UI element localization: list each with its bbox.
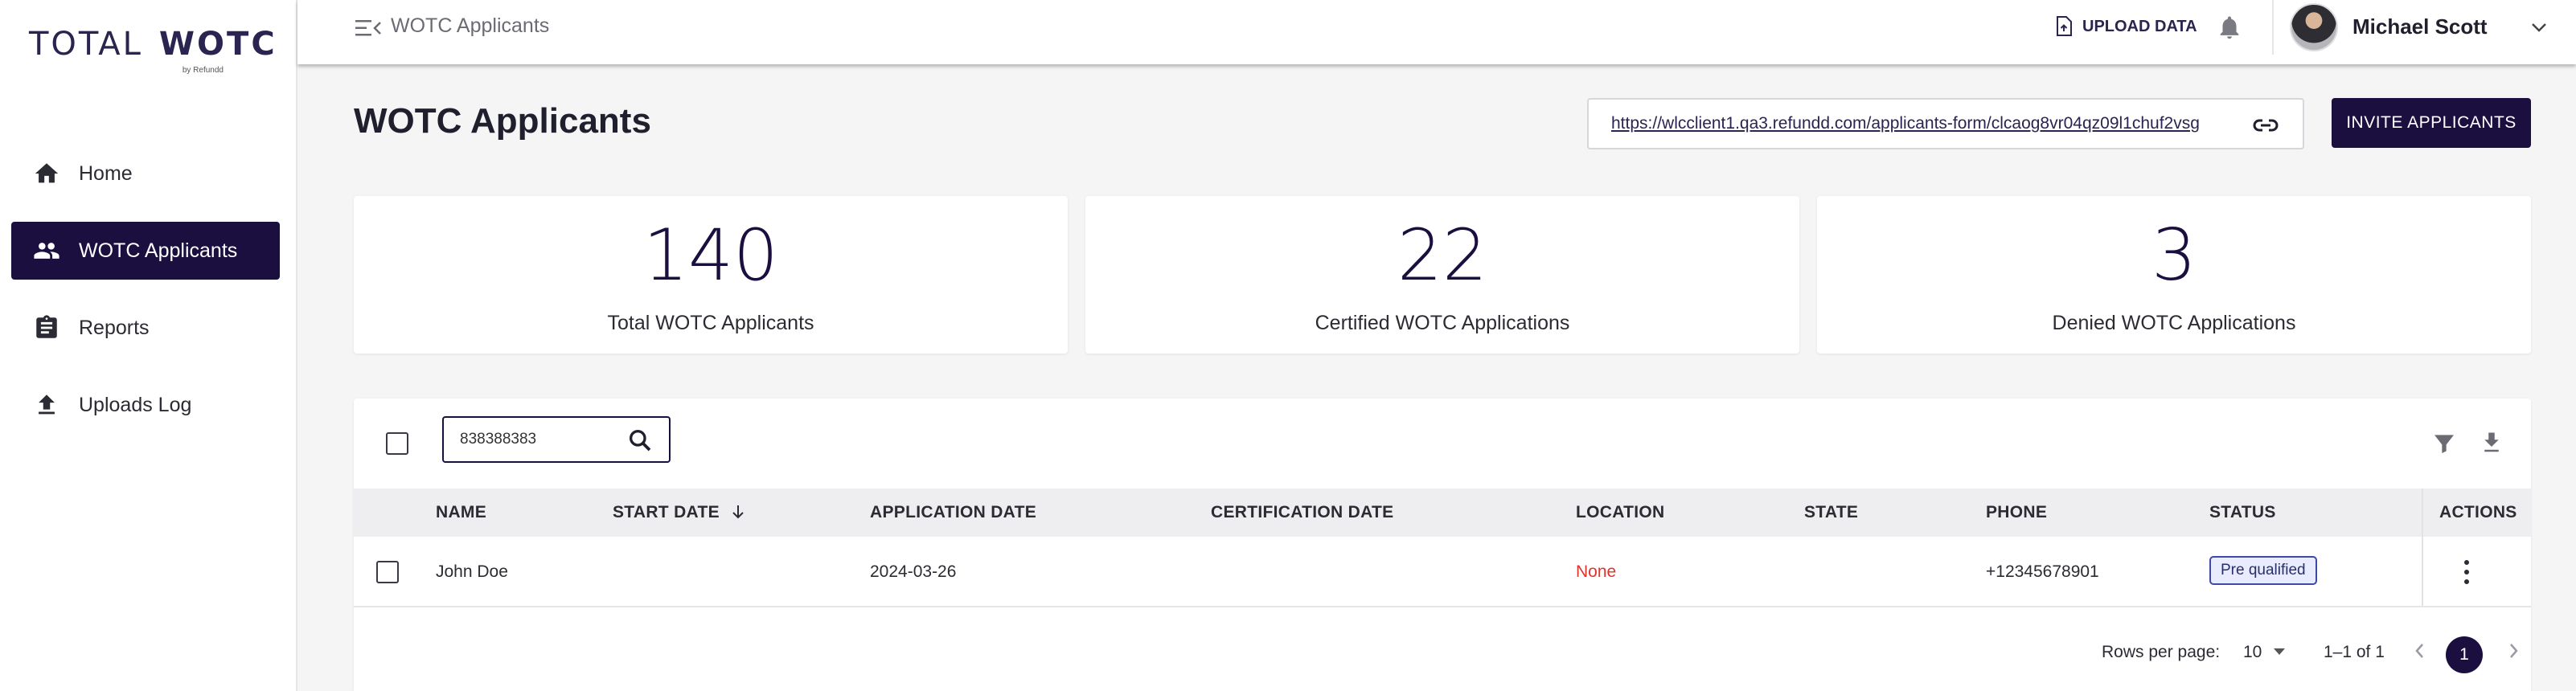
column-header-location[interactable]: LOCATION xyxy=(1576,503,1665,522)
applicants-table-card: 838388383 NAME START DATE APPLICATION DA… xyxy=(354,399,2531,691)
stat-label: Total WOTC Applicants xyxy=(607,312,814,334)
sidebar: TOTAL WOTC by Refundd Home WOTC Applican… xyxy=(0,0,297,691)
cell-name[interactable]: John Doe xyxy=(436,562,508,582)
search-input[interactable]: 838388383 xyxy=(442,416,671,463)
row-checkbox[interactable] xyxy=(376,561,399,583)
page-button-current[interactable]: 1 xyxy=(2446,636,2483,673)
rows-per-page-value: 10 xyxy=(2243,643,2262,661)
logo-wotc: WOTC xyxy=(158,26,277,63)
top-bar: WOTC Applicants UPLOAD DATA Michael Scot… xyxy=(297,0,2576,64)
chevron-right-icon[interactable] xyxy=(2505,640,2521,662)
column-header-status[interactable]: STATUS xyxy=(2209,503,2276,522)
user-name[interactable]: Michael Scott xyxy=(2352,14,2488,39)
stat-card-total: 140 Total WOTC Applicants xyxy=(354,196,1068,354)
topbar-divider xyxy=(2272,0,2274,55)
arrow-down-icon xyxy=(732,505,744,519)
total-wotc-logo[interactable]: TOTAL WOTC by Refundd xyxy=(29,24,275,80)
sidebar-item-reports[interactable]: Reports xyxy=(11,299,280,357)
select-all-checkbox[interactable] xyxy=(386,432,408,455)
user-avatar[interactable] xyxy=(2290,3,2338,51)
stat-label: Certified WOTC Applications xyxy=(1315,312,1570,334)
logo-total: TOTAL xyxy=(29,26,143,63)
stat-value: 140 xyxy=(643,214,778,296)
column-header-label: START DATE xyxy=(613,503,720,521)
chevron-down-icon[interactable] xyxy=(2529,19,2549,35)
table-header: NAME START DATE APPLICATION DATE CERTIFI… xyxy=(354,489,2531,537)
notification-bell-icon[interactable] xyxy=(2216,13,2243,42)
search-icon[interactable] xyxy=(627,427,653,453)
applicant-form-link-field[interactable]: https://wlcclient1.qa3.refundd.com/appli… xyxy=(1587,98,2304,149)
stat-value: 3 xyxy=(2151,214,2197,296)
sidebar-item-uploads-log[interactable]: Uploads Log xyxy=(11,376,280,434)
column-header-name[interactable]: NAME xyxy=(436,503,486,522)
caret-down-icon xyxy=(2274,648,2286,655)
cell-phone: +12345678901 xyxy=(1986,562,2099,581)
stat-card-denied: 3 Denied WOTC Applications xyxy=(1817,196,2531,354)
filter-icon[interactable] xyxy=(2431,431,2457,456)
pagination-range: 1–1 of 1 xyxy=(2324,643,2385,661)
sidebar-item-label: WOTC Applicants xyxy=(79,239,238,262)
people-icon xyxy=(32,236,61,265)
menu-collapse-icon[interactable] xyxy=(354,16,383,40)
copy-link-icon[interactable] xyxy=(2251,114,2280,137)
clipboard-icon xyxy=(32,313,61,342)
column-header-phone[interactable]: PHONE xyxy=(1986,503,2047,522)
breadcrumb: WOTC Applicants xyxy=(391,14,550,37)
table-row[interactable]: John Doe 2024-03-26 None +12345678901 Pr… xyxy=(354,537,2531,607)
cell-location: None xyxy=(1576,562,1617,581)
column-header-state[interactable]: STATE xyxy=(1804,503,1858,522)
file-upload-icon xyxy=(2057,16,2072,36)
status-badge: Pre qualified xyxy=(2209,556,2317,585)
cell-application-date: 2024-03-26 xyxy=(870,562,957,581)
home-icon xyxy=(32,159,61,188)
more-actions-icon[interactable] xyxy=(2459,558,2475,587)
logo-byline: by Refundd xyxy=(182,66,224,75)
sidebar-item-label: Reports xyxy=(79,316,150,339)
sidebar-nav: Home WOTC Applicants Reports Uploads Log xyxy=(11,145,280,453)
sidebar-item-label: Home xyxy=(79,162,133,185)
invite-applicants-button[interactable]: INVITE APPLICANTS xyxy=(2332,98,2531,148)
upload-icon xyxy=(32,390,61,419)
page-title: WOTC Applicants xyxy=(354,101,651,141)
rows-per-page-select[interactable]: 10 xyxy=(2243,643,2286,662)
sidebar-item-label: Uploads Log xyxy=(79,393,192,416)
chevron-left-icon[interactable] xyxy=(2412,640,2428,662)
download-icon[interactable] xyxy=(2480,429,2504,456)
stat-value: 22 xyxy=(1397,214,1487,296)
sidebar-item-wotc-applicants[interactable]: WOTC Applicants xyxy=(11,222,280,280)
search-value: 838388383 xyxy=(460,431,537,448)
upload-data-label: UPLOAD DATA xyxy=(2082,17,2197,35)
stat-label: Denied WOTC Applications xyxy=(2052,312,2296,334)
applicant-form-url[interactable]: https://wlcclient1.qa3.refundd.com/appli… xyxy=(1611,114,2254,133)
rows-per-page-label: Rows per page: xyxy=(2102,643,2221,661)
column-header-actions: ACTIONS xyxy=(2439,503,2517,521)
stat-card-certified: 22 Certified WOTC Applications xyxy=(1085,196,1799,354)
sidebar-item-home[interactable]: Home xyxy=(11,145,280,202)
upload-data-button[interactable]: UPLOAD DATA xyxy=(2055,16,2197,37)
column-header-start-date[interactable]: START DATE xyxy=(613,503,745,522)
column-header-certification-date[interactable]: CERTIFICATION DATE xyxy=(1211,503,1393,522)
column-header-application-date[interactable]: APPLICATION DATE xyxy=(870,503,1036,522)
